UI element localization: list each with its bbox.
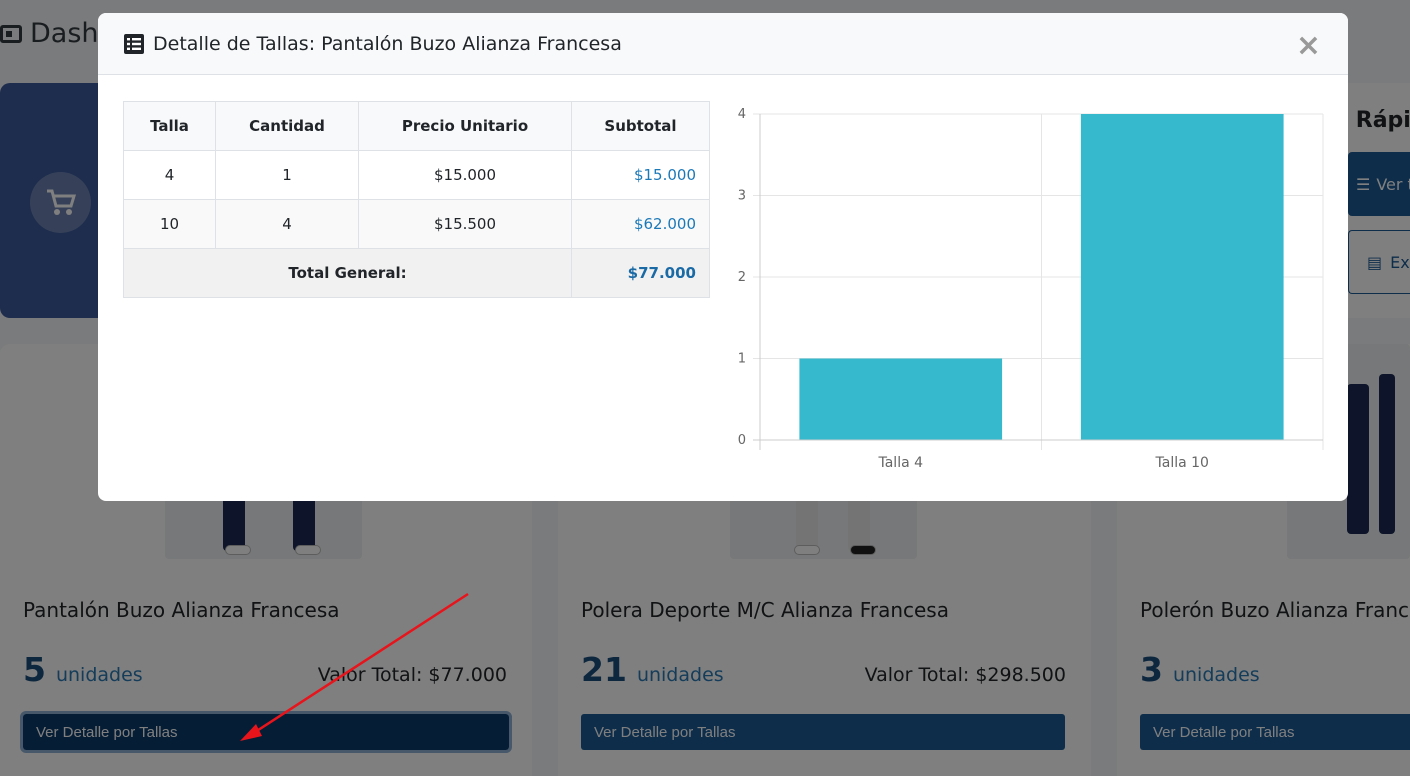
sizes-table: Talla Cantidad Precio Unitario Subtotal … bbox=[123, 101, 710, 298]
quantity-cell: 1 bbox=[215, 150, 359, 200]
size-cell: 4 bbox=[123, 150, 216, 200]
subtotal-cell: $62.000 bbox=[571, 199, 710, 249]
table-row: 10 4 $15.500 $62.000 bbox=[123, 199, 710, 249]
bar bbox=[1080, 114, 1284, 440]
x-tick-label: Talla 4 bbox=[877, 455, 923, 471]
column-header: Precio Unitario bbox=[358, 101, 572, 151]
size-detail-modal: Detalle de Tallas: Pantalón Buzo Alianza… bbox=[98, 13, 1348, 501]
modal-title: Detalle de Tallas: Pantalón Buzo Alianza… bbox=[123, 33, 622, 55]
size-bar-chart: 0 1 2 3 4 Talla 4 Talla 10 bbox=[728, 101, 1328, 481]
column-header: Subtotal bbox=[571, 101, 710, 151]
y-tick-label: 1 bbox=[738, 352, 746, 367]
y-tick-label: 4 bbox=[738, 107, 746, 122]
table-header-row: Talla Cantidad Precio Unitario Subtotal bbox=[123, 101, 710, 151]
table-list-icon bbox=[124, 33, 144, 54]
column-header: Talla bbox=[123, 101, 216, 151]
subtotal-cell: $15.000 bbox=[571, 150, 710, 200]
modal-title-text: Detalle de Tallas: Pantalón Buzo Alianza… bbox=[153, 32, 622, 55]
size-cell: 10 bbox=[123, 199, 216, 249]
y-tick-label: 3 bbox=[738, 189, 746, 204]
x-tick-label: Talla 10 bbox=[1155, 455, 1209, 471]
close-icon[interactable]: × bbox=[1296, 31, 1321, 61]
bar bbox=[799, 358, 1003, 440]
total-row: Total General: $77.000 bbox=[123, 248, 710, 298]
y-tick-label: 0 bbox=[738, 433, 746, 448]
total-value: $77.000 bbox=[571, 248, 710, 298]
table-row: 4 1 $15.000 $15.000 bbox=[123, 150, 710, 200]
modal-header: Detalle de Tallas: Pantalón Buzo Alianza… bbox=[98, 13, 1348, 75]
y-tick-label: 2 bbox=[738, 270, 746, 285]
total-label: Total General: bbox=[123, 248, 572, 298]
quantity-cell: 4 bbox=[215, 199, 359, 249]
unit-price-cell: $15.500 bbox=[358, 199, 572, 249]
chart-svg: 0 1 2 3 4 Talla 4 Talla 10 bbox=[738, 107, 1324, 471]
column-header: Cantidad bbox=[215, 101, 359, 151]
unit-price-cell: $15.000 bbox=[358, 150, 572, 200]
